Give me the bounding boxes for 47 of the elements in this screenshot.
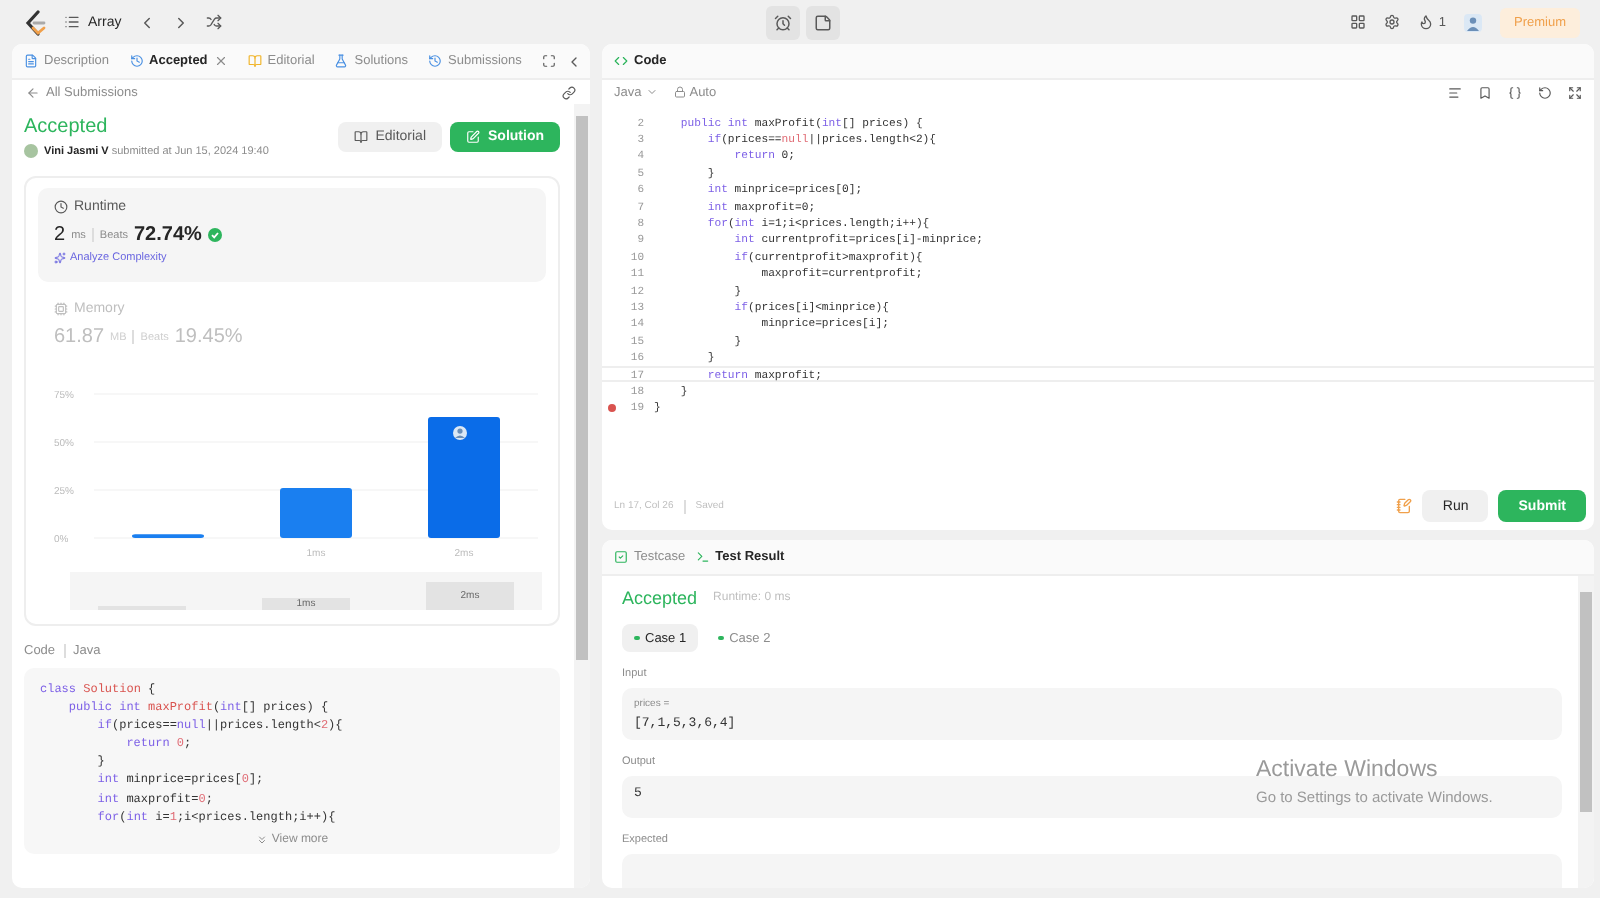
link-icon[interactable] <box>562 85 576 99</box>
alarm-clock-icon[interactable] <box>765 5 799 39</box>
avatar-icon <box>24 144 38 158</box>
flask-icon <box>334 54 349 68</box>
logo-icon[interactable] <box>24 9 48 35</box>
history-icon <box>129 54 144 68</box>
expand-icon[interactable] <box>1568 85 1582 99</box>
chart-bar <box>428 417 500 538</box>
terminal-icon <box>695 550 710 564</box>
arrow-left-icon <box>26 85 40 99</box>
double-chevron-icon <box>255 833 268 846</box>
badge-icon <box>207 228 222 242</box>
chip-icon <box>54 302 68 316</box>
clock-icon <box>54 200 68 214</box>
avatar-icon <box>453 426 467 441</box>
note-icon[interactable] <box>805 5 839 39</box>
settings-icon[interactable] <box>1384 14 1401 30</box>
shuffle-icon[interactable] <box>205 14 222 30</box>
list-icon <box>64 14 80 30</box>
grid-icon[interactable] <box>1350 14 1367 30</box>
sparkle-icon <box>54 252 66 264</box>
bookmark-icon[interactable] <box>1478 85 1492 99</box>
code-icon <box>614 54 628 68</box>
lock-icon <box>673 86 686 98</box>
submission-status: Accepted <box>24 116 110 138</box>
beats-value: 72.74% <box>133 224 202 246</box>
format-icon[interactable] <box>1448 85 1462 99</box>
chevron-down-icon <box>645 86 658 98</box>
stat-value: 2 <box>54 224 66 246</box>
chart-bar <box>280 488 352 538</box>
checkbox-icon <box>614 550 628 564</box>
result-status: Accepted <box>622 588 698 608</box>
history-icon <box>428 54 443 68</box>
book-icon <box>247 54 262 68</box>
avatar-icon[interactable] <box>1463 13 1482 31</box>
reset-icon[interactable] <box>1538 85 1552 99</box>
stat-value: 61.87 <box>54 326 105 348</box>
book-icon <box>353 130 368 144</box>
pass-dot-icon <box>718 635 724 641</box>
beats-value: 19.45% <box>174 326 243 348</box>
braces-icon[interactable] <box>1508 85 1522 99</box>
edit-icon <box>466 130 480 144</box>
maximize-icon[interactable] <box>541 54 556 68</box>
close-icon[interactable] <box>213 54 228 68</box>
pass-dot-icon <box>634 635 639 641</box>
activation-title: Activate Windows <box>1256 758 1440 782</box>
document-icon <box>24 54 38 68</box>
